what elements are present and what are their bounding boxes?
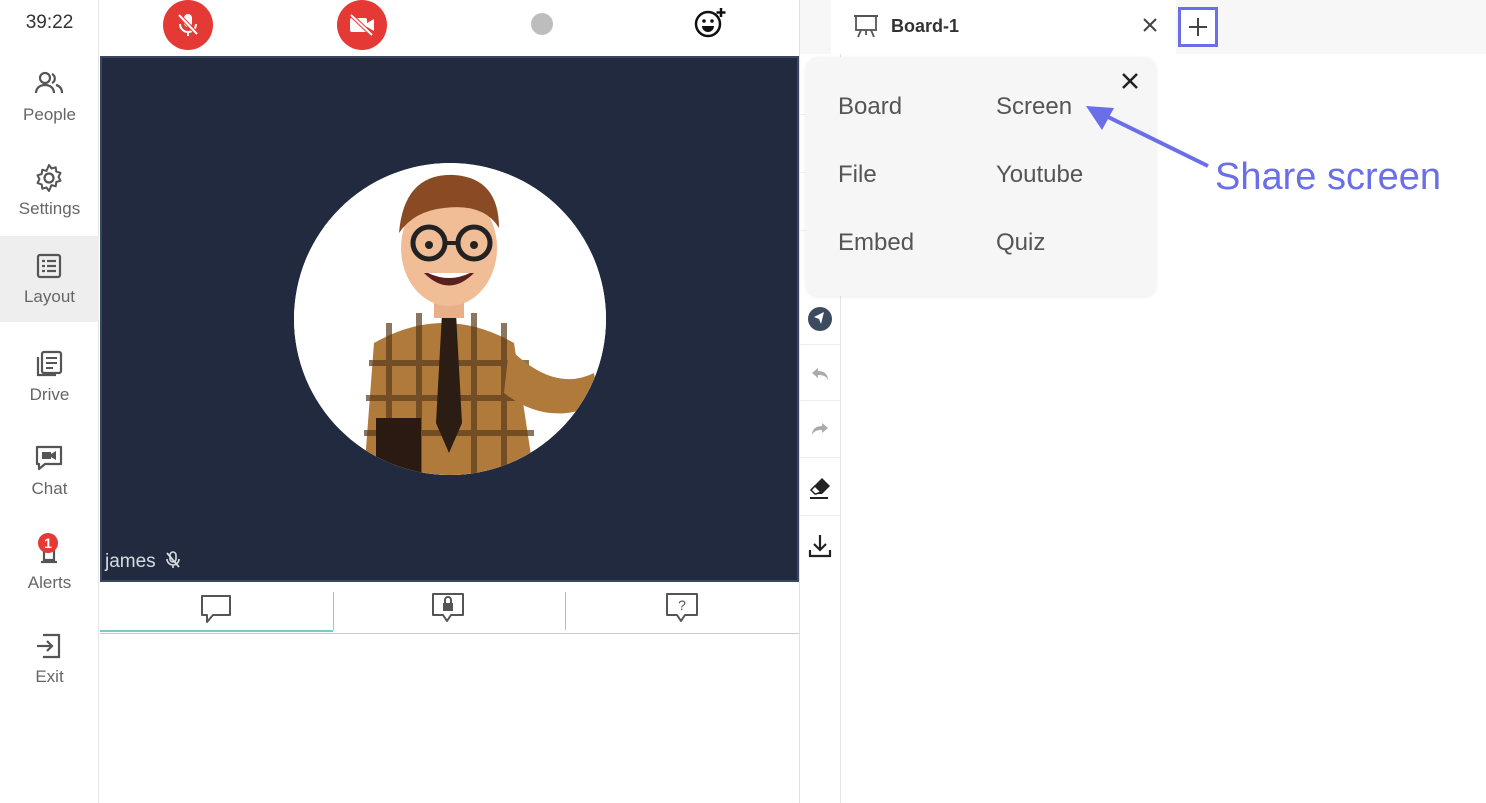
mic-off-icon (177, 13, 199, 36)
share-option-youtube[interactable]: Youtube (996, 161, 1083, 189)
redo-icon[interactable] (804, 414, 836, 446)
camera-off-icon (349, 13, 374, 37)
chat-video-icon (35, 445, 63, 471)
add-tab-button[interactable] (1178, 7, 1218, 47)
tab-public-chat[interactable] (100, 584, 333, 632)
record-button[interactable] (521, 0, 571, 48)
sidebar-item-drive[interactable]: Drive (0, 340, 99, 426)
participant-name: james (105, 551, 181, 573)
call-timer: 39:22 (25, 12, 74, 33)
question-chat-icon: ? (666, 593, 698, 622)
tab-board-1[interactable]: Board-1 (831, 0, 1176, 54)
exit-icon (37, 633, 61, 659)
sidebar-item-label: Layout (23, 287, 76, 306)
sidebar-item-settings[interactable]: Settings (0, 154, 99, 240)
tab-questions[interactable]: ? (566, 584, 799, 632)
presentation-board-icon (854, 15, 878, 38)
drive-icon (36, 350, 63, 377)
pointer-icon[interactable] (804, 303, 836, 335)
share-option-embed[interactable]: Embed (838, 229, 914, 257)
share-option-board[interactable]: Board (838, 93, 902, 121)
annotation-label: Share screen (1215, 156, 1442, 198)
mic-muted-icon (166, 551, 180, 568)
sidebar-item-label: Chat (31, 479, 68, 498)
sidebar-item-people[interactable]: People (0, 60, 99, 146)
mute-mic-button[interactable] (163, 0, 213, 50)
board-tab-label: Board-1 (891, 16, 960, 36)
layout-icon (36, 253, 62, 279)
lock-chat-icon (432, 593, 464, 622)
download-icon[interactable] (804, 530, 836, 562)
camera-toggle-button[interactable] (337, 0, 387, 50)
reaction-button[interactable] (687, 0, 737, 48)
chat-bubble-icon (201, 595, 231, 623)
share-option-screen[interactable]: Screen (996, 93, 1072, 121)
tool-separator (800, 515, 840, 516)
record-indicator (531, 13, 553, 35)
video-tile[interactable]: james (100, 56, 799, 582)
call-controls (99, 0, 799, 54)
chat-tabs: ? (100, 584, 799, 634)
close-tab-icon[interactable] (1141, 16, 1159, 34)
chat-messages-area (100, 634, 799, 803)
sidebar-item-label: Settings (18, 199, 81, 218)
sidebar-item-exit[interactable]: Exit (0, 622, 99, 708)
board-tabbar: Board-1 (800, 0, 1486, 54)
svg-text:?: ? (678, 597, 686, 613)
left-sidebar: 39:22 People Settings Layout Drive Chat … (0, 0, 99, 803)
tool-separator (800, 344, 840, 345)
people-icon (34, 71, 64, 94)
cartoon-avatar-image (294, 163, 606, 475)
sidebar-item-label: Alerts (27, 573, 72, 592)
eraser-icon[interactable] (804, 472, 836, 504)
sidebar-item-layout[interactable]: Layout (0, 236, 99, 322)
plus-icon (1189, 18, 1207, 36)
sidebar-item-label: Exit (35, 667, 64, 686)
undo-icon[interactable] (804, 359, 836, 391)
sidebar-item-chat[interactable]: Chat (0, 434, 99, 520)
close-popup-icon[interactable] (1118, 69, 1142, 93)
sidebar-item-label: People (23, 105, 76, 124)
participant-avatar (294, 163, 606, 475)
share-menu-popup: Board Screen File Youtube Embed Quiz (806, 57, 1156, 296)
emoji-add-icon (694, 8, 726, 38)
alerts-badge: 1 (38, 533, 58, 553)
share-option-file[interactable]: File (838, 161, 877, 189)
tab-private-chat[interactable] (334, 584, 565, 632)
share-option-quiz[interactable]: Quiz (996, 229, 1045, 257)
gear-icon (36, 164, 62, 192)
app-window: 39:22 People Settings Layout Drive Chat … (0, 0, 1486, 803)
sidebar-item-alerts[interactable]: 1 Alerts (0, 528, 99, 614)
sidebar-item-label: Drive (29, 385, 70, 404)
participant-name-text: james (105, 551, 156, 572)
tool-separator (800, 400, 840, 401)
annotation-arrow (1086, 106, 1209, 168)
tool-separator (800, 457, 840, 458)
